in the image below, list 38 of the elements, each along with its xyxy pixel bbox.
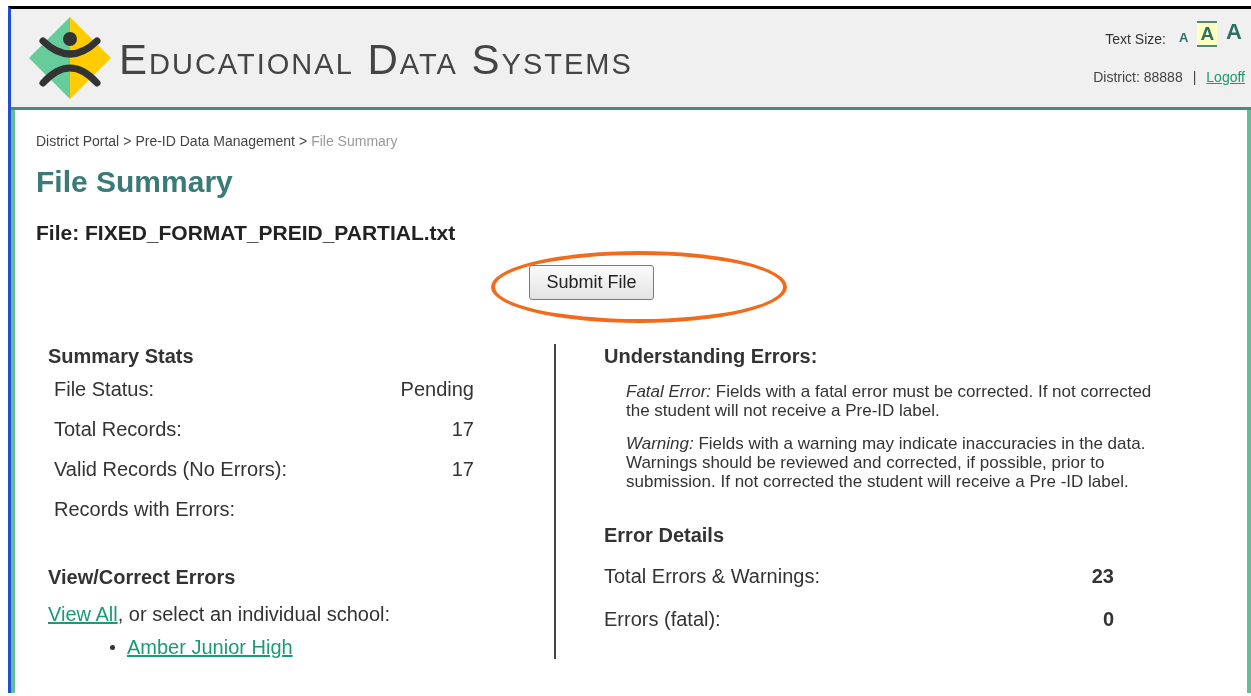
submit-button[interactable]: Submit File bbox=[529, 265, 654, 300]
school-link[interactable]: Amber Junior High bbox=[127, 636, 293, 659]
breadcrumb-separator: > bbox=[298, 133, 308, 149]
section-heading: View/Correct Errors bbox=[48, 565, 237, 589]
breadcrumb-item[interactable]: District Portal bbox=[36, 133, 120, 149]
error-label: Errors (fatal): bbox=[604, 608, 722, 631]
bullet-icon bbox=[110, 645, 115, 650]
stat-value: 17 bbox=[450, 418, 474, 441]
instruction-text: , or select an individual school: bbox=[117, 603, 391, 625]
breadcrumb-item: File Summary bbox=[311, 133, 398, 149]
explanation-text: Fatal Error: Fields with a fatal error must be corrected. If not corrected the student will not receive a Pre-ID label. bbox=[626, 382, 1153, 420]
breadcrumb-item[interactable]: Pre-ID Data Management bbox=[135, 133, 295, 149]
file-name-heading: File: FIXED_FORMAT_PREID_PARTIAL.txt bbox=[36, 220, 457, 246]
explanation-text: Warning: Fields with a warning may indicate inaccuracies in the data. Warnings should be reviewed and corrected, if possible, prior to submission. If not corrected the student will receive a Pre -ID label. bbox=[626, 434, 1147, 491]
text-size-option[interactable]: A bbox=[1176, 28, 1192, 47]
text-size-label: Text Size: bbox=[1105, 31, 1166, 47]
stat-label: Valid Records (No Errors): bbox=[54, 458, 289, 481]
stat-value: 17 bbox=[450, 458, 474, 481]
view-all-link[interactable]: View All bbox=[48, 603, 118, 625]
logoff-link[interactable]: Logoff bbox=[1206, 69, 1245, 85]
logo-text: Educational Data Systems bbox=[119, 36, 633, 84]
stat-label: File Status: bbox=[54, 378, 156, 401]
breadcrumb-separator: > bbox=[123, 133, 132, 149]
section-heading: Error Details bbox=[604, 523, 726, 547]
error-label: Total Errors & Warnings: bbox=[604, 565, 821, 588]
logo-icon bbox=[29, 17, 111, 99]
page-title: File Summary bbox=[36, 164, 234, 200]
stat-label: Records with Errors: bbox=[54, 498, 237, 521]
separator: | bbox=[1192, 69, 1197, 85]
error-count: 23 bbox=[1090, 565, 1114, 588]
stat-label: Total Records: bbox=[54, 418, 183, 441]
text-size-option[interactable]: A bbox=[1197, 21, 1218, 47]
stat-value: Pending bbox=[400, 378, 474, 401]
error-count: 0 bbox=[1101, 608, 1114, 631]
text-size-option[interactable]: A bbox=[1223, 17, 1245, 47]
district-label: District: 88888 bbox=[1093, 69, 1183, 85]
section-heading: Understanding Errors: bbox=[604, 344, 819, 368]
section-heading: Summary Stats bbox=[48, 344, 195, 368]
